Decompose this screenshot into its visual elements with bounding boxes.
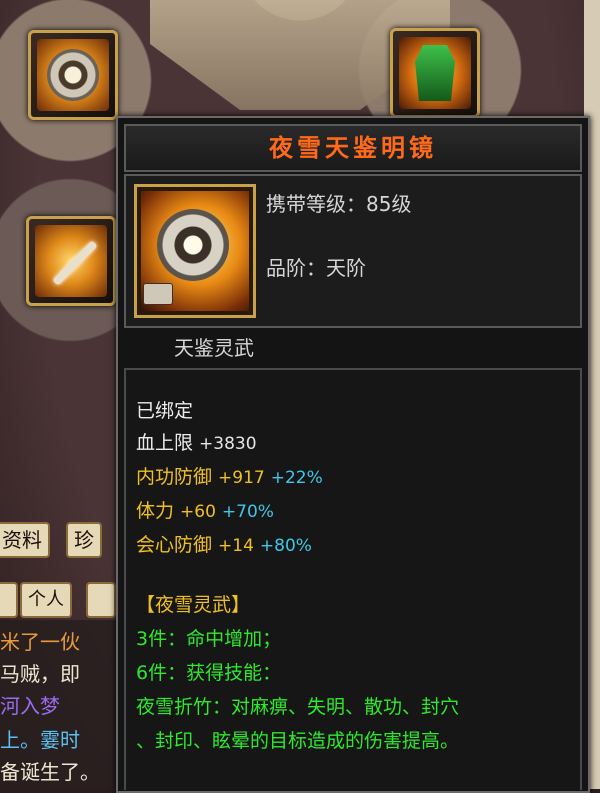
stat-name: 体力 [136,500,175,522]
chat-line: 上。霎时 [0,728,80,752]
stat-name: 会心防御 [136,534,213,556]
stat-percent: +70% [221,502,274,522]
stat-percent: +22% [270,468,323,488]
stat-value: +3830 [199,434,257,454]
set-bonus-line: 6件：获得技能： [136,662,282,684]
stat-percent: +80% [259,536,312,556]
stat-row: 血上限 +3830 [136,428,257,455]
carry-level: 携带等级：85级 [266,192,412,216]
equip-slot-armor[interactable] [390,28,480,118]
equip-slot-mirror[interactable] [28,30,118,120]
bound-status: 已绑定 [136,400,194,422]
equip-slot-weapon[interactable] [26,216,116,306]
chat-tab-prev[interactable] [0,582,18,618]
item-attributes: 已绑定 血上限 +3830 内功防御 +917 +22% 体力 +60 +70% 会心防御… [124,368,582,790]
chat-tab-personal[interactable]: 个人 [20,582,72,618]
chat-line: 河入梦 [0,694,60,718]
set-name: 【夜雪灵武】 [136,594,251,616]
stat-name: 内功防御 [136,466,213,488]
armor-icon [399,37,471,109]
chat-line: 马贼，即 [0,662,80,686]
item-name: 夜雪天鉴明镜 [124,124,582,172]
stat-name: 血上限 [136,432,194,454]
item-category: 天鉴灵武 [174,336,254,360]
mirror-icon [37,39,109,111]
chat-log[interactable]: 米了一伙 马贼，即 河入梦 上。霎时 备诞生了。 [0,620,120,789]
item-grade: 品阶：天阶 [266,256,366,280]
stat-row: 会心防御 +14 +80% [136,530,312,557]
stat-value: +917 [218,468,265,488]
mirror-icon [157,209,229,281]
chat-line: 米了一伙 [0,630,80,654]
tab-profile[interactable]: 资料 [0,522,50,558]
item-tooltip: 夜雪天鉴明镜 携带等级：85级 品阶：天阶 天鉴灵武 已绑定 血上限 +3830 … [116,116,590,793]
tab-treasure[interactable]: 珍 [66,522,102,558]
stat-value: +14 [218,536,254,556]
set-bonus-line: 3件：命中增加； [136,628,282,650]
bound-lock-icon [143,283,173,305]
chat-line: 备诞生了。 [0,760,100,784]
set-bonus-line: 、封印、眩晕的目标造成的伤害提高。 [136,730,460,752]
sword-icon [35,225,107,297]
item-header: 携带等级：85级 品阶：天阶 [124,174,582,328]
set-bonus-line: 夜雪折竹：对麻痹、失明、散功、封穴 [136,696,460,718]
item-icon [134,184,256,318]
chat-tab-next[interactable] [86,582,116,618]
stat-row: 体力 +60 +70% [136,496,274,523]
stat-value: +60 [180,502,216,522]
stat-row: 内功防御 +917 +22% [136,462,323,489]
